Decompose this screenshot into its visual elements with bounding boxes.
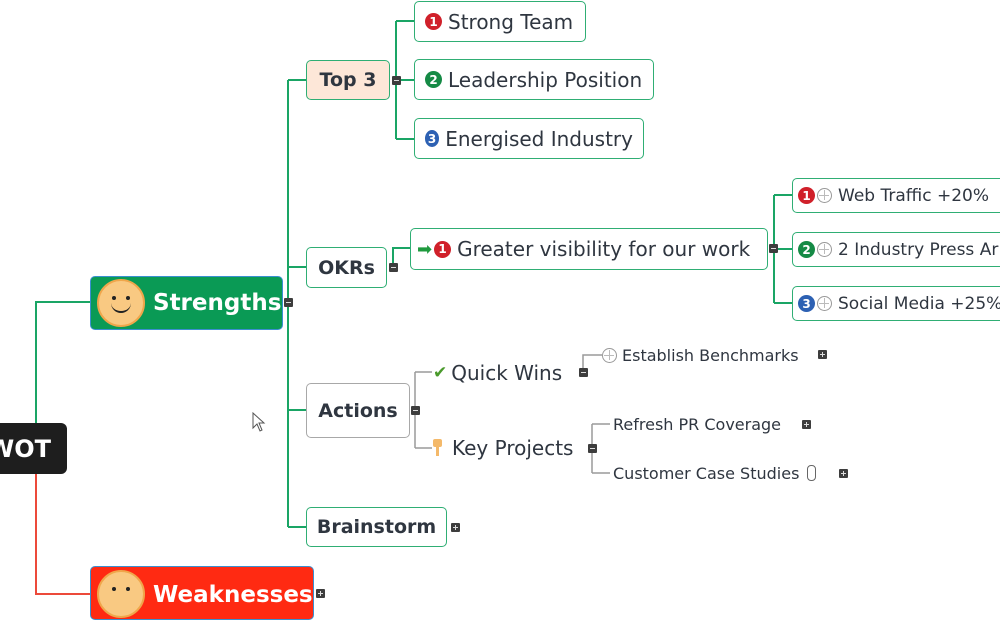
topic-okrs[interactable]: OKRs (306, 247, 387, 288)
key-result-label: 2 Industry Press Ar (838, 239, 999, 260)
establish-benchmarks-topic[interactable]: Establish Benchmarks (602, 343, 799, 367)
target-icon (817, 242, 832, 257)
okr-objective-label: Greater visibility for our work (457, 237, 751, 261)
key-result[interactable]: 2 2 Industry Press Ar (792, 232, 1000, 267)
root-topic[interactable]: WOT (0, 423, 67, 474)
top3-item[interactable]: 2 Leadership Position (414, 59, 654, 100)
priority-1-icon: 1 (425, 13, 442, 30)
smiley-face-icon (97, 279, 145, 327)
connector-root-strengths (35, 301, 90, 423)
key-result[interactable]: 3 Social Media +25% (792, 286, 1000, 321)
mouse-cursor-icon (252, 412, 266, 432)
brainstorm-expand-toggle[interactable] (451, 523, 460, 532)
quick-wins-topic[interactable]: ✔ Quick Wins (433, 358, 562, 388)
okr-objective[interactable]: ➡ 1 Greater visibility for our work (410, 228, 768, 270)
weaknesses-expand-toggle[interactable] (316, 589, 325, 598)
key-projects-label: Key Projects (452, 436, 574, 460)
priority-3-icon: 3 (798, 295, 815, 312)
top3-collapse-toggle[interactable] (392, 76, 401, 85)
neutral-face-icon (97, 570, 145, 618)
green-arrow-icon: ➡ (417, 238, 433, 260)
target-icon (817, 296, 832, 311)
priority-2-icon: 2 (798, 241, 815, 258)
root-topic-label: WOT (0, 434, 51, 463)
quick-wins-label: Quick Wins (451, 361, 563, 385)
key-result[interactable]: 1 Web Traffic +20% (792, 178, 1000, 213)
actions-label: Actions (318, 399, 398, 422)
customer-case-studies-topic[interactable]: Customer Case Studies (613, 461, 817, 485)
top3-item-label: Strong Team (448, 9, 574, 34)
establish-benchmarks-expand-toggle[interactable] (818, 350, 827, 359)
target-icon (602, 347, 617, 363)
main-topic-strengths[interactable]: Strengths (90, 276, 283, 330)
top3-label: Top 3 (319, 69, 377, 91)
key-projects-topic[interactable]: Key Projects (433, 433, 573, 463)
top3-item-label: Energised Industry (445, 126, 633, 151)
customer-case-studies-label: Customer Case Studies (613, 463, 800, 483)
priority-3-icon: 3 (425, 130, 440, 147)
top3-item-label: Leadership Position (448, 67, 643, 92)
refresh-pr-expand-toggle[interactable] (802, 420, 811, 429)
strengths-label: Strengths (153, 290, 282, 316)
target-icon (817, 188, 832, 203)
key-icon (433, 439, 442, 457)
okrs-collapse-toggle[interactable] (389, 263, 398, 272)
establish-benchmarks-label: Establish Benchmarks (622, 345, 799, 365)
objective-collapse-toggle[interactable] (769, 244, 778, 253)
connector-root-weaknesses (35, 474, 90, 595)
brainstorm-label: Brainstorm (316, 516, 437, 538)
priority-1-icon: 1 (798, 187, 815, 204)
top3-item[interactable]: 3 Energised Industry (414, 118, 644, 159)
weaknesses-label: Weaknesses (153, 582, 313, 608)
priority-2-icon: 2 (425, 71, 442, 88)
okrs-label: OKRs (318, 256, 375, 279)
customer-case-studies-expand-toggle[interactable] (839, 469, 848, 478)
quick-wins-collapse-toggle[interactable] (579, 368, 588, 377)
key-result-label: Web Traffic +20% (838, 185, 989, 206)
key-projects-collapse-toggle[interactable] (588, 444, 597, 453)
key-result-label: Social Media +25% (838, 293, 1000, 314)
strengths-collapse-toggle[interactable] (284, 298, 293, 307)
paperclip-icon (807, 465, 817, 481)
main-topic-weaknesses[interactable]: Weaknesses (90, 566, 314, 620)
priority-1-icon: 1 (434, 240, 452, 258)
topic-top3[interactable]: Top 3 (306, 60, 390, 100)
refresh-pr-coverage-topic[interactable]: Refresh PR Coverage (613, 412, 781, 436)
top3-item[interactable]: 1 Strong Team (414, 1, 586, 42)
refresh-pr-coverage-label: Refresh PR Coverage (613, 414, 782, 434)
check-icon: ✔ (433, 363, 448, 383)
actions-collapse-toggle[interactable] (411, 406, 420, 415)
topic-actions[interactable]: Actions (306, 383, 410, 438)
topic-brainstorm[interactable]: Brainstorm (306, 507, 447, 547)
